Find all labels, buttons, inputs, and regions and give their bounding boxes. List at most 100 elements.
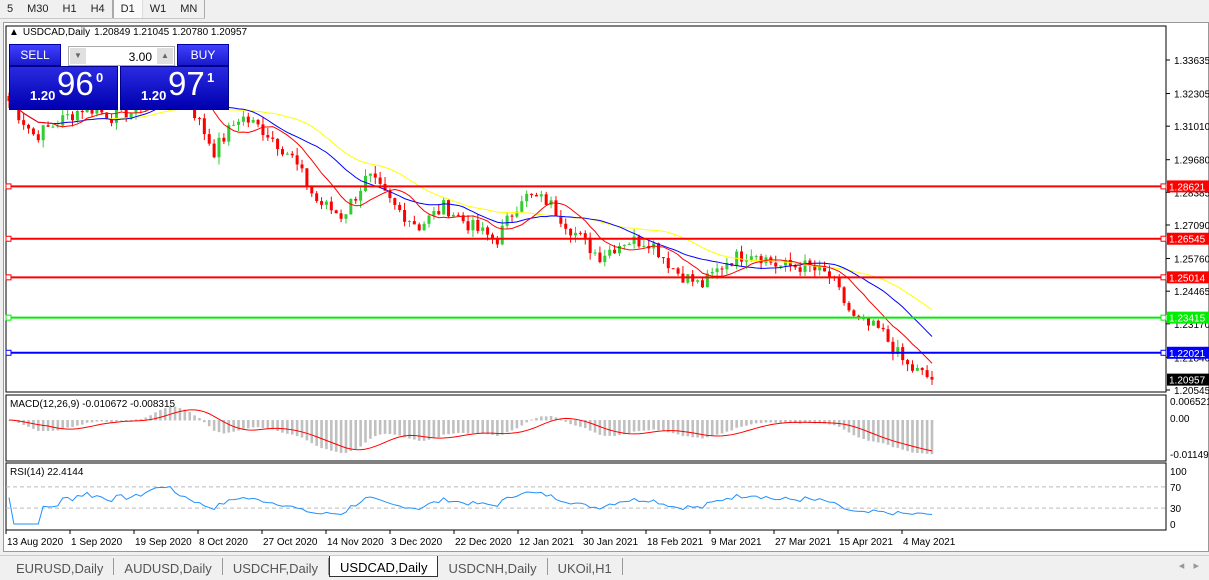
candle-body [222, 137, 226, 142]
macd-bar [867, 420, 870, 441]
tab-eurusd[interactable]: EURUSD,Daily [6, 558, 115, 576]
macd-bar [393, 420, 397, 435]
macd-bar [388, 420, 392, 434]
sell-price-prefix: 1.20 [30, 88, 56, 103]
candle-body [525, 193, 529, 202]
macd-bar [774, 420, 778, 423]
chart-window[interactable]: 1.33635 1.32305 1.31010 1.29680 1.28385 1.270… [3, 22, 1209, 552]
date-label: 4 May 2021 [903, 537, 956, 548]
macd-bar [486, 420, 489, 435]
date-label: 15 Apr 2021 [839, 537, 893, 548]
rsi-tick-label: 100 [1170, 467, 1187, 478]
macd-bar [691, 420, 695, 438]
macd-bar [662, 420, 665, 431]
macd-bar [549, 415, 553, 421]
buy-price-fraction: 1 [207, 70, 215, 85]
macd-bar [310, 420, 314, 444]
tab-usdchf[interactable]: USDCHF,Daily [223, 558, 330, 576]
candle-body [510, 215, 514, 217]
buy-price[interactable]: 1.20 97 1 [120, 65, 229, 110]
decrease-lot-icon[interactable]: ▼ [70, 48, 86, 64]
candle-body [315, 193, 319, 202]
macd-bar [80, 420, 84, 425]
candle-body [271, 137, 275, 139]
tab-audusd[interactable]: AUDUSD,Daily [114, 558, 223, 576]
macd-bar [676, 420, 680, 435]
macd-bar [334, 420, 338, 452]
macd-bar [246, 420, 250, 429]
tf-m5[interactable]: 5 [0, 0, 20, 18]
macd-bar [642, 420, 646, 431]
macd-bar [911, 420, 914, 453]
macd-tick-label: 0.006521 [1170, 397, 1209, 408]
macd-bar [422, 420, 426, 441]
candle-body [320, 201, 324, 205]
candle-body [925, 370, 929, 377]
macd-label: MACD(12,26,9) -0.010672 -0.008315 [10, 399, 176, 410]
date-label: 27 Mar 2021 [775, 537, 832, 548]
candle-body [36, 134, 40, 141]
increase-lot-icon[interactable]: ▲ [157, 48, 173, 64]
candle-body [207, 134, 211, 144]
macd-bar [378, 420, 382, 435]
candle-body [505, 215, 509, 226]
candle-body [51, 126, 55, 128]
tf-mn[interactable]: MN [173, 0, 204, 18]
macd-bar [725, 420, 729, 432]
macd-bar [198, 417, 201, 421]
candle-body [676, 268, 680, 274]
macd-bar [530, 419, 533, 421]
tab-usdcnh[interactable]: USDCNH,Daily [438, 558, 548, 576]
sell-button[interactable]: SELL [9, 44, 61, 66]
candle-body [27, 124, 31, 129]
macd-bar [593, 420, 597, 433]
macd-bar [447, 420, 450, 435]
tf-h1[interactable]: H1 [56, 0, 84, 18]
candle-body [754, 256, 758, 258]
macd-bar [115, 420, 118, 422]
macd-bar [574, 420, 577, 426]
candle-body [593, 252, 597, 254]
candle-body [300, 164, 304, 169]
tab-usdcad[interactable]: USDCAD,Daily [329, 556, 439, 577]
macd-bar [515, 420, 519, 429]
macd-bar [627, 420, 631, 434]
tf-h4[interactable]: H4 [84, 0, 112, 18]
macd-bar [100, 420, 104, 422]
candle-body [910, 364, 914, 371]
candle-body [378, 177, 382, 184]
line-handle [1160, 235, 1167, 242]
tab-ukoil[interactable]: UKOil,H1 [548, 558, 623, 576]
lot-size-input[interactable]: ▼ 3.00 ▲ [68, 46, 175, 66]
macd-bar [779, 420, 782, 423]
macd-bar [735, 420, 738, 428]
macd-bar [276, 420, 279, 432]
macd-bar [701, 420, 704, 439]
macd-bar [540, 416, 543, 421]
candle-body [422, 223, 426, 231]
macd-bar [305, 420, 309, 441]
buy-button[interactable]: BUY [177, 44, 229, 66]
candle-body [324, 201, 328, 205]
candle-body [31, 128, 35, 135]
rsi-tick-label: 70 [1170, 483, 1182, 494]
scroll-arrows-icon[interactable]: ◂ ▸ [1179, 559, 1199, 572]
candle-body [749, 256, 753, 260]
macd-bar [461, 420, 465, 433]
tf-m30[interactable]: M30 [20, 0, 55, 18]
tf-d1[interactable]: D1 [112, 0, 143, 18]
candle-body [334, 210, 338, 214]
tf-w1[interactable]: W1 [143, 0, 174, 18]
candle-body [906, 360, 910, 365]
macd-bar [891, 420, 895, 448]
sell-price[interactable]: 1.20 96 0 [9, 65, 118, 110]
candle-body [432, 211, 436, 216]
price-tick-label: 1.27090 [1174, 221, 1209, 232]
candle-body [442, 200, 446, 215]
macd-bar [398, 420, 401, 436]
macd-bar [481, 420, 485, 434]
macd-bar [759, 420, 763, 424]
macd-bar [750, 420, 753, 425]
lot-value[interactable]: 3.00 [129, 50, 152, 64]
macd-bar [715, 420, 719, 435]
